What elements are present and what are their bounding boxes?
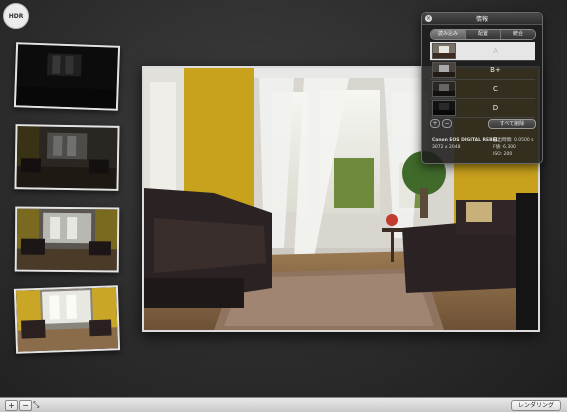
variant-row-d[interactable]: D [430,99,535,118]
bottom-toolbar: + − ⤡ レンダリング [0,397,567,412]
variant-label: D [492,104,499,112]
variant-row-c[interactable]: C [430,80,535,99]
tab-merge[interactable]: 統合 [501,30,535,39]
variant-label: A [493,47,498,55]
info-panel: × 情報 読み込み 配置 統合 A B+ C D + − すべて削除 Canon… [421,12,543,164]
thumbnail-image [16,126,118,189]
iso-value: ISO: 200 [493,152,513,157]
variant-label: C [493,85,498,93]
add-variant-button[interactable]: + [430,119,440,128]
remove-image-button[interactable]: − [19,400,32,411]
variant-add-remove: + − [430,119,452,128]
variant-row-a[interactable]: A [430,42,535,61]
thumbnail-exposure-4[interactable] [13,285,121,354]
remove-variant-button[interactable]: − [442,119,452,128]
thumbnail-image [15,44,119,109]
tab-load[interactable]: 読み込み [431,30,466,39]
variant-thumbnail [432,81,456,97]
thumbnail-image [15,287,119,352]
image-resolution: 3072 x 2048 [432,145,461,150]
app-logo: HDR [3,3,29,29]
variant-thumbnail [432,43,456,59]
variant-list: A B+ C D [430,42,535,118]
exposure-time: 露出時間: 0.0500 s [493,138,534,143]
camera-info: Canon EOS DIGITAL REBEL 3072 x 2048 [432,137,498,151]
variant-label: B+ [490,66,501,74]
exposure-info: 露出時間: 0.0500 s F値: 6.300 ISO: 200 [493,137,537,158]
panel-title: 情報 [475,16,488,23]
add-image-button[interactable]: + [5,400,18,411]
resize-icon[interactable]: ⤡ [33,400,39,410]
f-number: F値: 6.300 [493,145,516,150]
tab-align[interactable]: 配置 [466,30,501,39]
thumbnail-image [16,208,118,271]
remove-all-button[interactable]: すべて削除 [488,119,536,129]
variant-thumbnail [432,62,456,78]
thumbnail-exposure-3[interactable] [14,206,120,273]
panel-titlebar[interactable]: × 情報 [422,13,542,25]
thumbnail-exposure-1[interactable] [13,42,121,111]
variant-thumbnail [432,100,456,116]
camera-model: Canon EOS DIGITAL REBEL [432,138,499,143]
render-button[interactable]: レンダリング [510,400,561,411]
thumbnail-exposure-2[interactable] [14,124,120,191]
variant-row-b-plus[interactable]: B+ [430,61,535,80]
panel-tabs: 読み込み 配置 統合 [430,29,536,40]
